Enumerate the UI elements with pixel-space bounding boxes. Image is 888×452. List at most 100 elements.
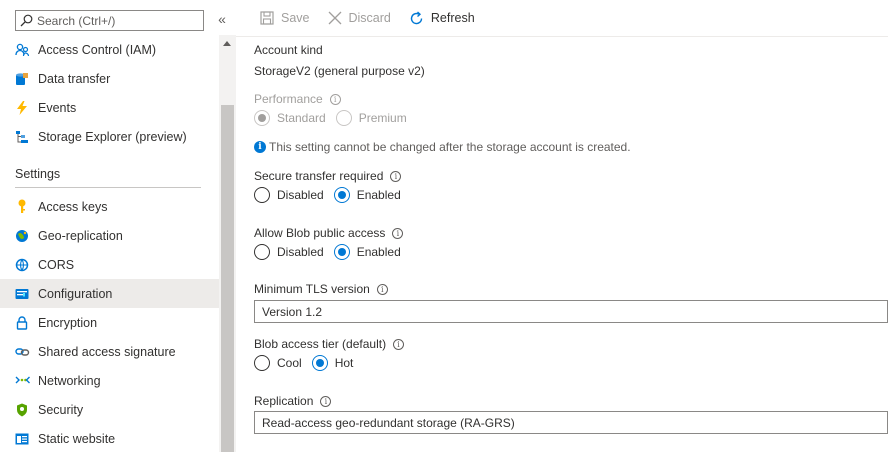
info-icon[interactable]: i [329, 93, 341, 105]
secure-transfer-disabled-radio[interactable]: Disabled [254, 187, 324, 203]
radio-dot [254, 110, 270, 126]
sidebar-item-shared-access-signature[interactable]: Shared access signature [0, 337, 219, 366]
sidebar-item-label: Static website [38, 431, 116, 446]
sidebar-item-label: Access Control (IAM) [38, 42, 157, 57]
blob-tier-label-text: Blob access tier (default) [254, 337, 387, 351]
sidebar-item-access-control[interactable]: Access Control (IAM) [0, 35, 219, 64]
performance-label: Performance i [254, 92, 341, 106]
radio-dot [333, 244, 350, 260]
collapse-sidebar-button[interactable]: « [214, 12, 230, 28]
tls-selected-value: Version 1.2 [262, 304, 323, 319]
close-icon [328, 11, 341, 25]
performance-premium-radio[interactable]: Premium [335, 110, 407, 126]
info-filled-icon: i [254, 141, 266, 153]
info-icon[interactable]: i [392, 227, 404, 239]
replication-selected-value: Read-access geo-redundant storage (RA-GR… [262, 415, 515, 430]
performance-standard-radio[interactable]: Standard [254, 110, 326, 126]
lightning-icon [14, 100, 30, 116]
account-kind-value: StorageV2 (general purpose v2) [254, 64, 425, 78]
sidebar-item-data-transfer[interactable]: Data transfer [0, 64, 219, 93]
sidebar-item-events[interactable]: Events [0, 93, 219, 122]
section-divider [15, 187, 201, 188]
globe-icon [14, 228, 30, 244]
secure-transfer-label-text: Secure transfer required [254, 169, 384, 183]
refresh-icon [410, 10, 423, 24]
sidebar-item-label: Encryption [38, 315, 98, 330]
sidebar-item-label: CORS [38, 257, 75, 272]
static-website-icon [14, 431, 30, 447]
sidebar-scrollbar[interactable] [219, 35, 236, 452]
blob-public-access-label: Allow Blob public access i [254, 226, 404, 240]
radio-label: Premium [358, 111, 407, 125]
sidebar-nav: Access Control (IAM) Data transfer Event… [0, 35, 219, 452]
radio-dot [254, 187, 270, 203]
save-button[interactable]: Save [260, 11, 310, 25]
sidebar-item-static-website[interactable]: Static website [0, 424, 219, 452]
discard-button[interactable]: Discard [328, 11, 391, 25]
info-icon[interactable]: i [376, 283, 388, 295]
sidebar-item-label: Security [38, 402, 84, 417]
data-transfer-icon [14, 71, 30, 87]
sidebar-item-access-keys[interactable]: Access keys [0, 192, 219, 221]
sidebar-item-encryption[interactable]: Encryption [0, 308, 219, 337]
radio-label: Enabled [356, 188, 401, 202]
scroll-thumb[interactable] [221, 105, 234, 452]
sidebar-item-storage-explorer[interactable]: Storage Explorer (preview) [0, 122, 219, 151]
radio-dot [335, 110, 352, 126]
sidebar-item-cors[interactable]: CORS [0, 250, 219, 279]
performance-notice: i This setting cannot be changed after t… [254, 140, 631, 154]
cors-icon [14, 257, 30, 273]
blob-tier-hot-radio[interactable]: Hot [311, 355, 354, 371]
performance-label-text: Performance [254, 92, 323, 106]
tls-version-label: Minimum TLS version i [254, 282, 388, 296]
sidebar-item-networking[interactable]: Networking [0, 366, 219, 395]
radio-label: Disabled [277, 188, 324, 202]
tls-version-select[interactable]: Version 1.2 [254, 300, 888, 323]
sidebar-item-label: Networking [38, 373, 101, 388]
key-icon [14, 199, 30, 215]
account-kind-label: Account kind [254, 43, 323, 57]
tls-label-text: Minimum TLS version [254, 282, 370, 296]
radio-dot [254, 355, 270, 371]
replication-label: Replication i [254, 394, 332, 408]
radio-label: Disabled [277, 245, 324, 259]
discard-label: Discard [348, 11, 391, 25]
secure-transfer-enabled-radio[interactable]: Enabled [333, 187, 401, 203]
search-input[interactable] [37, 13, 197, 28]
shield-icon [14, 402, 30, 418]
radio-label: Standard [277, 111, 326, 125]
blob-public-disabled-radio[interactable]: Disabled [254, 244, 324, 260]
notice-text: This setting cannot be changed after the… [269, 140, 631, 154]
radio-dot [254, 244, 270, 260]
sidebar-item-geo-replication[interactable]: Geo-replication [0, 221, 219, 250]
blob-tier-cool-radio[interactable]: Cool [254, 355, 302, 371]
radio-dot [311, 355, 328, 371]
blob-public-enabled-radio[interactable]: Enabled [333, 244, 401, 260]
command-bar: Save Discard Refresh [236, 0, 888, 37]
info-icon[interactable]: i [320, 395, 332, 407]
sidebar-item-label: Shared access signature [38, 344, 176, 359]
search-box[interactable] [15, 10, 204, 31]
secure-transfer-radio-group: Disabled Enabled [254, 187, 411, 203]
radio-label: Hot [334, 356, 354, 370]
people-icon [14, 42, 30, 58]
sidebar-item-configuration[interactable]: Configuration [0, 279, 219, 308]
sidebar-item-label: Geo-replication [38, 228, 123, 243]
info-icon[interactable]: i [390, 170, 402, 182]
refresh-button[interactable]: Refresh [409, 10, 475, 26]
sidebar-item-security[interactable]: Security [0, 395, 219, 424]
secure-transfer-label: Secure transfer required i [254, 169, 402, 183]
radio-dot [333, 187, 350, 203]
save-label: Save [281, 11, 310, 25]
refresh-label: Refresh [430, 11, 475, 25]
storage-explorer-icon [14, 129, 30, 145]
sidebar-section-settings: Settings [15, 167, 61, 181]
replication-select[interactable]: Read-access geo-redundant storage (RA-GR… [254, 411, 888, 434]
info-icon[interactable]: i [393, 338, 405, 350]
replication-label-text: Replication [254, 394, 314, 408]
blob-tier-radio-group: Cool Hot [254, 355, 363, 371]
sidebar-item-label: Access keys [38, 199, 108, 214]
scroll-up-icon[interactable] [223, 41, 231, 46]
sidebar-item-label: Configuration [38, 286, 113, 301]
performance-radio-group: Standard Premium [254, 110, 417, 126]
